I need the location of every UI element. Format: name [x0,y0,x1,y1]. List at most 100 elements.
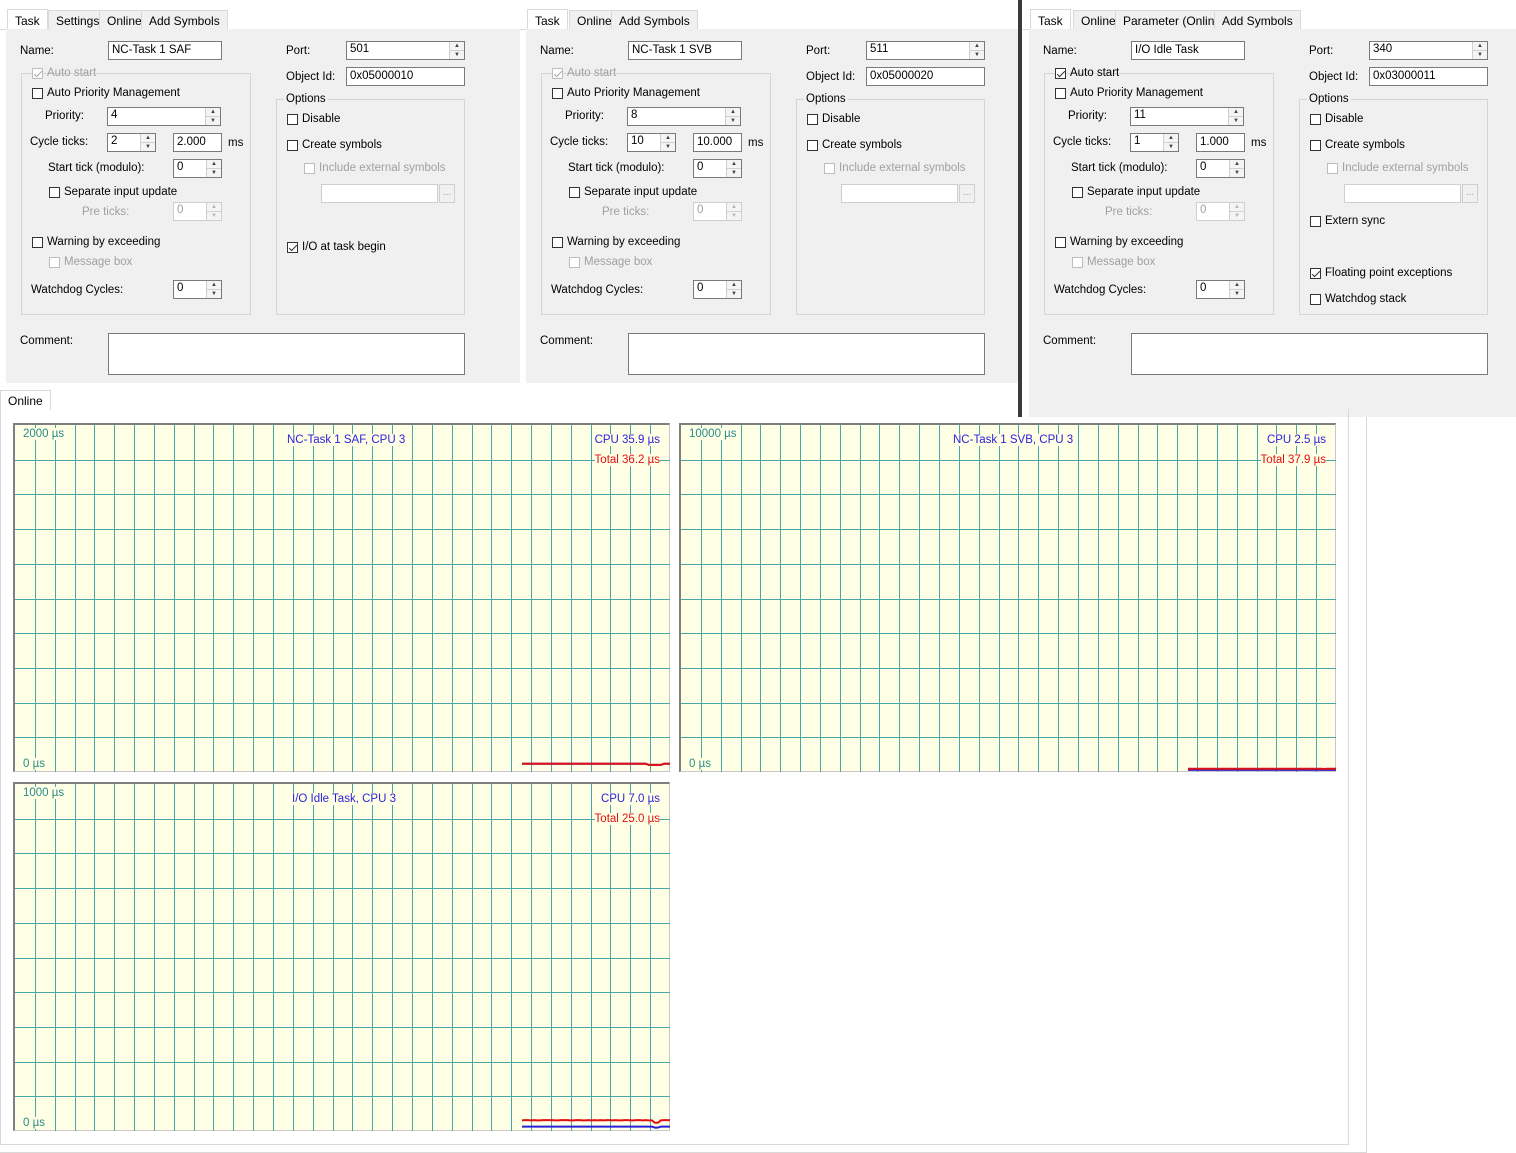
cycle-ms-field[interactable]: 1.000 [1196,133,1245,152]
spin-buttons[interactable]: ▲ ▼ [726,203,741,220]
create-symbols-checkbox[interactable] [807,140,818,151]
spin-buttons[interactable]: ▲ ▼ [660,134,675,151]
spin-buttons[interactable]: ▲ ▼ [726,160,741,177]
port-stepper[interactable]: 501 ▲ ▼ [346,41,465,60]
cycle-ms-field[interactable]: 10.000 [693,133,742,152]
spin-up-icon[interactable]: ▲ [207,281,221,290]
create-symbols-checkbox[interactable] [1310,140,1321,151]
object-id-field[interactable]: 0x03000011 [1369,67,1488,86]
spin-up-icon[interactable]: ▲ [970,42,984,51]
cycle-ticks-stepper[interactable]: 2 ▲ ▼ [107,133,156,152]
priority-stepper[interactable]: 4 ▲ ▼ [107,107,221,126]
comment-field[interactable] [1131,333,1488,375]
spin-up-icon[interactable]: ▲ [207,160,221,169]
cycle-ms-field[interactable]: 2.000 [173,133,222,152]
auto-priority-checkbox[interactable] [32,88,43,99]
spin-down-icon[interactable]: ▼ [727,169,741,177]
auto-priority-checkbox[interactable] [1055,88,1066,99]
include-external-checkbox[interactable] [824,163,835,174]
cycle-ticks-stepper[interactable]: 1 ▲ ▼ [1130,133,1179,152]
include-external-checkbox[interactable] [304,163,315,174]
spin-buttons[interactable]: ▲ ▼ [1163,134,1178,151]
watchdog-stepper[interactable]: 0 ▲ ▼ [173,280,222,299]
tab-online-view[interactable]: Online [0,390,51,410]
object-id-field[interactable]: 0x05000020 [866,67,985,86]
disable-checkbox[interactable] [807,114,818,125]
auto-priority-checkbox[interactable] [552,88,563,99]
spin-buttons[interactable]: ▲ ▼ [206,160,221,177]
name-field[interactable]: I/O Idle Task [1131,41,1245,60]
spin-down-icon[interactable]: ▼ [726,117,740,125]
spin-up-icon[interactable]: ▲ [1230,281,1244,290]
comment-field[interactable] [108,333,465,375]
spin-buttons[interactable]: ▲ ▼ [1472,42,1487,59]
watchdog-stepper[interactable]: 0 ▲ ▼ [1196,280,1245,299]
spin-buttons[interactable]: ▲ ▼ [969,42,984,59]
spin-up-icon[interactable]: ▲ [1229,108,1243,117]
spin-down-icon[interactable]: ▼ [141,143,155,151]
external-symbols-field[interactable] [1344,184,1461,203]
spin-up-icon[interactable]: ▲ [141,134,155,143]
spin-up-icon[interactable]: ▲ [1164,134,1178,143]
priority-stepper[interactable]: 8 ▲ ▼ [627,107,741,126]
spin-buttons[interactable]: ▲ ▼ [726,281,741,298]
tab-task[interactable]: Task [7,9,48,31]
spin-down-icon[interactable]: ▼ [450,51,464,59]
spin-buttons[interactable]: ▲ ▼ [1228,108,1243,125]
priority-stepper[interactable]: 11 ▲ ▼ [1130,107,1244,126]
spin-buttons[interactable]: ▲ ▼ [206,281,221,298]
start-tick-stepper[interactable]: 0 ▲ ▼ [693,159,742,178]
disable-checkbox[interactable] [1310,114,1321,125]
create-symbols-checkbox[interactable] [287,140,298,151]
port-stepper[interactable]: 511 ▲ ▼ [866,41,985,60]
spin-down-icon[interactable]: ▼ [1473,51,1487,59]
pre-ticks-stepper[interactable]: 0 ▲ ▼ [1196,202,1245,221]
spin-down-icon[interactable]: ▼ [661,143,675,151]
pre-ticks-stepper[interactable]: 0 ▲ ▼ [693,202,742,221]
start-tick-stepper[interactable]: 0 ▲ ▼ [173,159,222,178]
spin-up-icon[interactable]: ▲ [206,108,220,117]
spin-down-icon[interactable]: ▼ [1230,212,1244,220]
browse-button[interactable]: ... [1462,184,1478,203]
warning-checkbox[interactable] [1055,237,1066,248]
separate-input-checkbox[interactable] [569,187,580,198]
pre-ticks-stepper[interactable]: 0 ▲ ▼ [173,202,222,221]
auto-start-checkbox[interactable] [552,68,563,79]
spin-buttons[interactable]: ▲ ▼ [449,42,464,59]
browse-button[interactable]: ... [439,184,455,203]
spin-buttons[interactable]: ▲ ▼ [1229,160,1244,177]
separate-input-checkbox[interactable] [49,187,60,198]
cycle-ticks-stepper[interactable]: 10 ▲ ▼ [627,133,676,152]
auto-start-checkbox[interactable] [1055,68,1066,79]
browse-button[interactable]: ... [959,184,975,203]
separate-input-checkbox[interactable] [1072,187,1083,198]
spin-down-icon[interactable]: ▼ [727,212,741,220]
spin-buttons[interactable]: ▲ ▼ [725,108,740,125]
spin-down-icon[interactable]: ▼ [1230,169,1244,177]
spin-down-icon[interactable]: ▼ [1229,117,1243,125]
spin-buttons[interactable]: ▲ ▼ [1229,281,1244,298]
spin-buttons[interactable]: ▲ ▼ [140,134,155,151]
external-symbols-field[interactable] [841,184,958,203]
spin-down-icon[interactable]: ▼ [207,169,221,177]
floating-point-checkbox[interactable] [1310,268,1321,279]
watchdog-stack-checkbox[interactable] [1310,294,1321,305]
warning-checkbox[interactable] [32,237,43,248]
spin-up-icon[interactable]: ▲ [1230,203,1244,212]
spin-up-icon[interactable]: ▲ [450,42,464,51]
include-external-checkbox[interactable] [1327,163,1338,174]
auto-start-checkbox[interactable] [32,68,43,79]
spin-buttons[interactable]: ▲ ▼ [206,203,221,220]
spin-buttons[interactable]: ▲ ▼ [205,108,220,125]
port-stepper[interactable]: 340 ▲ ▼ [1369,41,1488,60]
spin-up-icon[interactable]: ▲ [661,134,675,143]
spin-down-icon[interactable]: ▼ [727,290,741,298]
object-id-field[interactable]: 0x05000010 [346,67,465,86]
spin-up-icon[interactable]: ▲ [727,281,741,290]
message-box-checkbox[interactable] [1072,257,1083,268]
tab-add-symbols[interactable]: Add Symbols [141,10,228,30]
spin-down-icon[interactable]: ▼ [1164,143,1178,151]
spin-down-icon[interactable]: ▼ [207,290,221,298]
spin-up-icon[interactable]: ▲ [1230,160,1244,169]
spin-down-icon[interactable]: ▼ [970,51,984,59]
